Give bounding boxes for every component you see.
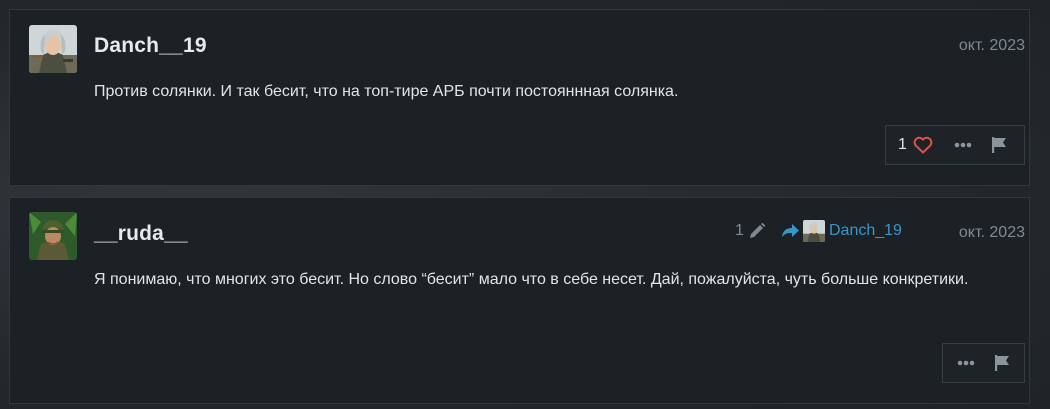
ellipsis-icon [957,360,975,366]
jungle-soldier-avatar-icon [29,212,77,260]
edit-indicator[interactable]: 1 [735,222,766,240]
post: Danch__19 окт. 2023 Против солянки. И та… [9,9,1030,186]
username[interactable]: __ruda__ [94,222,188,246]
soldier-avatar-icon [803,220,825,242]
more-options-button[interactable] [955,344,977,382]
more-options-button[interactable] [952,126,974,164]
ellipsis-icon [954,142,972,148]
like-button[interactable] [912,126,934,164]
flag-icon [991,137,1006,153]
post-text: Я понимаю, что многих это бесит. Но слов… [94,271,969,288]
flag-button[interactable] [988,126,1010,164]
post-actions: 1 [885,125,1025,165]
pencil-icon [749,222,766,238]
like-count: 1 [898,136,907,153]
reply-to-username[interactable]: Danch_19 [829,222,902,240]
flag-icon [995,355,1009,371]
post-actions [942,343,1025,383]
post: __ruda__ 1 Danch_19 окт. 2023 Я понимаю,… [9,197,1030,404]
post-text: Против солянки. И так бесит, что на топ-… [94,83,679,100]
username[interactable]: Danch__19 [94,34,207,58]
post-date[interactable]: окт. 2023 [959,37,1025,55]
post-date[interactable]: окт. 2023 [959,224,1025,242]
edit-count: 1 [735,222,744,239]
reply-avatar [803,220,825,242]
flag-button[interactable] [991,344,1013,382]
soldier-avatar-icon [29,25,77,73]
reply-arrow-icon [782,224,799,237]
user-avatar[interactable] [29,212,77,260]
reply-to-link[interactable]: Danch_19 [781,220,902,242]
user-avatar[interactable] [29,25,77,73]
heart-icon [913,136,933,154]
